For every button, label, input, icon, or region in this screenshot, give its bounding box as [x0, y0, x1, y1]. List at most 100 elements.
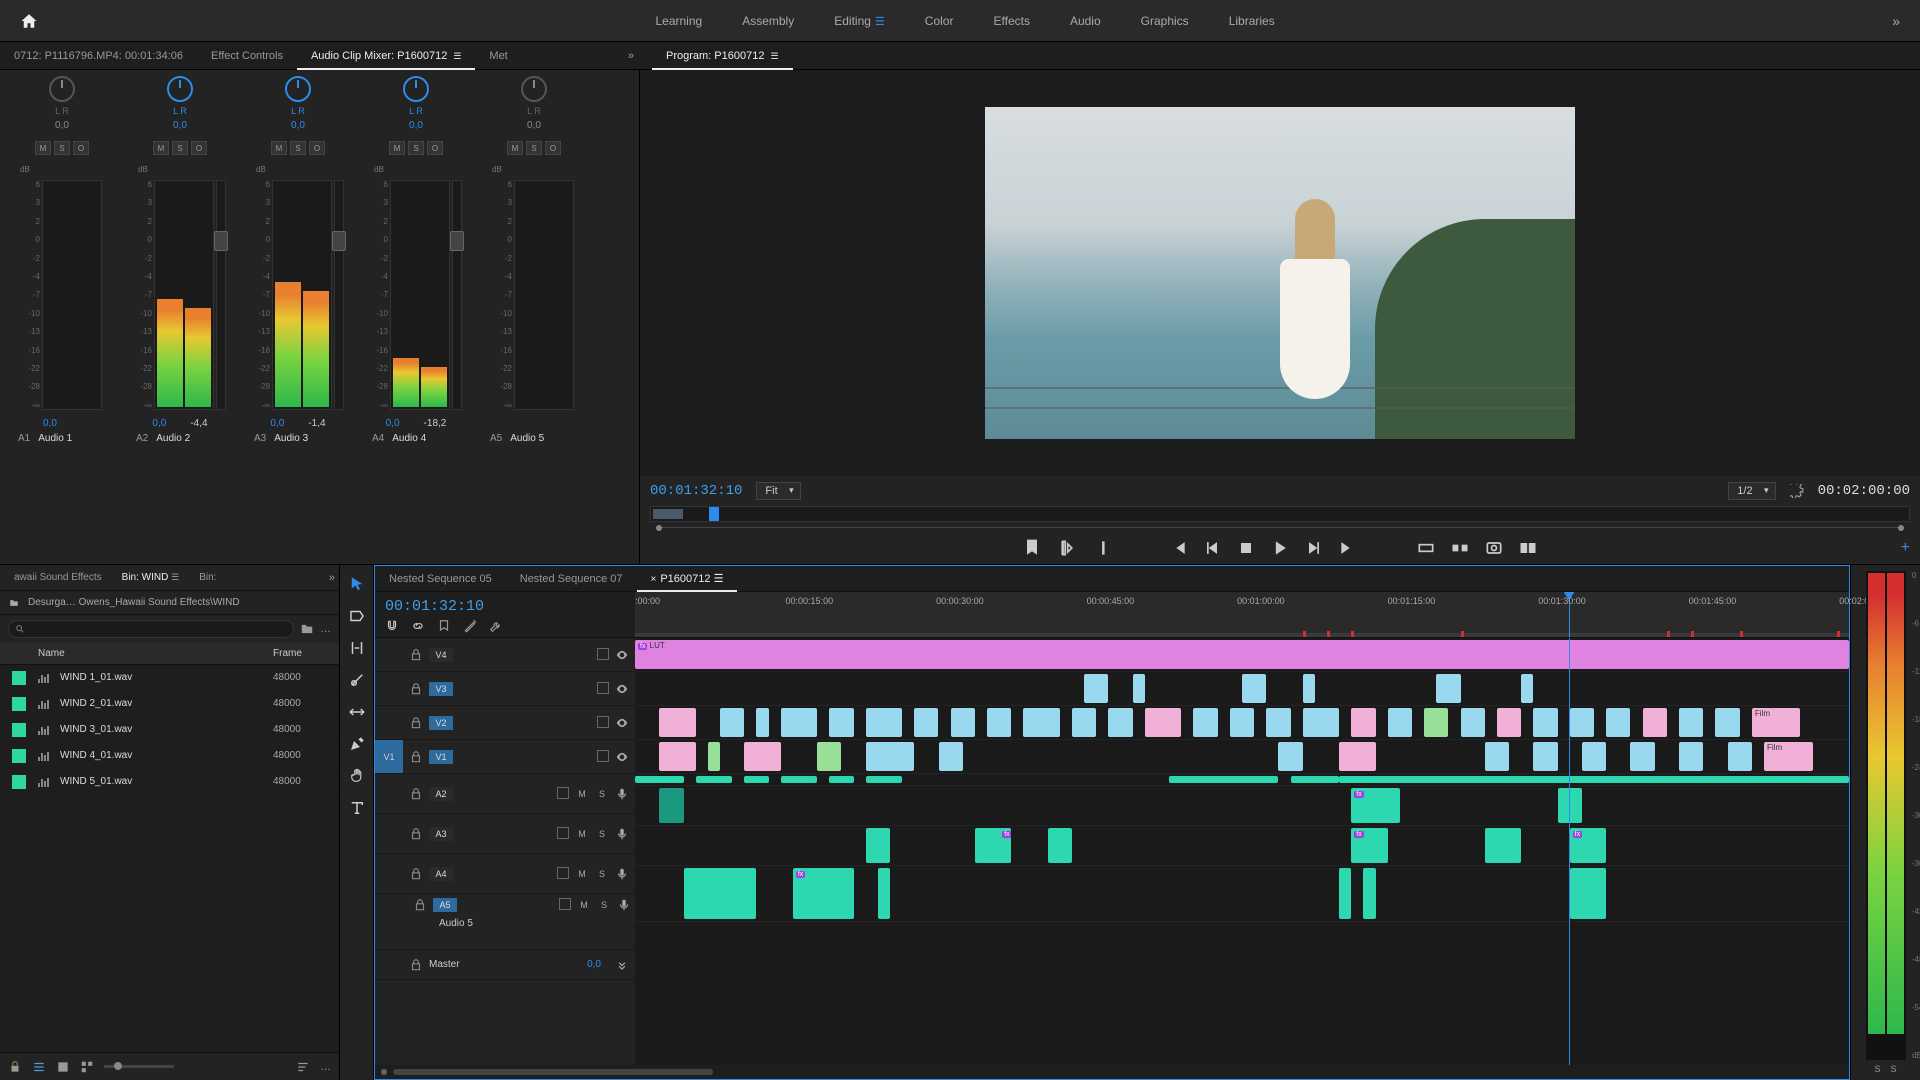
- timeline-clip[interactable]: [781, 776, 817, 783]
- mini-timeline[interactable]: [650, 506, 1910, 522]
- timeline-clip[interactable]: [1133, 674, 1145, 703]
- lock-icon[interactable]: [8, 1060, 22, 1074]
- timeline-clip[interactable]: [1485, 742, 1509, 771]
- track-lane[interactable]: [635, 774, 1849, 786]
- timeline-clip[interactable]: [1728, 742, 1752, 771]
- timeline-clip[interactable]: [720, 708, 744, 737]
- audio-track-header-a3[interactable]: A3MS: [375, 814, 635, 854]
- timeline-clip[interactable]: [866, 742, 915, 771]
- fx-toggle[interactable]: [557, 867, 569, 879]
- column-name[interactable]: Name: [38, 648, 273, 659]
- volume-fader[interactable]: [334, 180, 344, 410]
- timeline-clip[interactable]: fx: [793, 868, 854, 919]
- collapse-icon[interactable]: [615, 958, 629, 972]
- solo-button[interactable]: S: [595, 827, 609, 841]
- lock-icon[interactable]: [409, 867, 423, 881]
- lock-icon[interactable]: [409, 787, 423, 801]
- metadata-tab[interactable]: Met: [475, 42, 521, 70]
- add-marker-icon[interactable]: [437, 619, 451, 633]
- volume-fader[interactable]: [452, 180, 462, 410]
- workspace-learning[interactable]: Learning: [655, 14, 702, 28]
- workspace-color[interactable]: Color: [925, 14, 954, 28]
- track-lane[interactable]: fx fx fx: [635, 826, 1849, 866]
- source-clip-tab[interactable]: 0712: P1116796.MP4: 00:01:34:06: [0, 42, 197, 70]
- go-to-out-icon[interactable]: [1338, 538, 1358, 558]
- timeline-clip[interactable]: [1145, 708, 1181, 737]
- mute-button[interactable]: M: [575, 827, 589, 841]
- fx-toggle[interactable]: [597, 648, 609, 660]
- timeline-clip[interactable]: [1266, 708, 1290, 737]
- track-name-badge[interactable]: V1: [429, 750, 453, 764]
- timeline-clip[interactable]: [1048, 828, 1072, 863]
- timeline-clip[interactable]: [1230, 708, 1254, 737]
- solo-button[interactable]: S: [595, 787, 609, 801]
- icon-view-icon[interactable]: [56, 1060, 70, 1074]
- search-input[interactable]: [8, 620, 294, 638]
- fx-toggle[interactable]: [557, 787, 569, 799]
- comparison-icon[interactable]: [1518, 538, 1538, 558]
- hamburger-icon[interactable]: ☰: [171, 572, 179, 582]
- audio-mixer-tab[interactable]: Audio Clip Mixer: P1600712☰: [297, 42, 475, 70]
- timeline-clip[interactable]: [1242, 674, 1266, 703]
- project-item[interactable]: WIND 4_01.wav 48000: [0, 743, 339, 769]
- workspace-libraries[interactable]: Libraries: [1229, 14, 1275, 28]
- timeline-clip[interactable]: [987, 708, 1011, 737]
- timeline-clip[interactable]: [1715, 708, 1739, 737]
- project-item[interactable]: WIND 1_01.wav 48000: [0, 665, 339, 691]
- track-name-badge[interactable]: V2: [429, 716, 453, 730]
- timeline-clip[interactable]: [659, 788, 683, 823]
- eye-icon[interactable]: [615, 716, 629, 730]
- eye-icon[interactable]: [615, 750, 629, 764]
- project-item[interactable]: WIND 3_01.wav 48000: [0, 717, 339, 743]
- track-label[interactable]: A3Audio 3: [240, 433, 356, 444]
- timeline-clip[interactable]: [1436, 674, 1460, 703]
- m-button[interactable]: M: [153, 141, 169, 155]
- timeline-clip[interactable]: [1485, 828, 1521, 863]
- solo-button[interactable]: S: [597, 898, 611, 912]
- video-track-header-v1[interactable]: V1 V1: [375, 740, 635, 774]
- export-frame-icon[interactable]: [1484, 538, 1504, 558]
- freeform-view-icon[interactable]: [80, 1060, 94, 1074]
- m-button[interactable]: M: [389, 141, 405, 155]
- timeline-clip[interactable]: [1363, 868, 1375, 919]
- pan-knob[interactable]: [167, 76, 193, 102]
- timeline-clip[interactable]: [1072, 708, 1096, 737]
- timeline-clip[interactable]: fx LUT: [635, 640, 1849, 669]
- step-back-icon[interactable]: [1202, 538, 1222, 558]
- timeline-settings-icon[interactable]: [463, 619, 477, 633]
- snap-icon[interactable]: [385, 619, 399, 633]
- timeline-clip[interactable]: [1169, 776, 1278, 783]
- timeline-clip[interactable]: [1424, 708, 1448, 737]
- o-button[interactable]: O: [545, 141, 561, 155]
- fx-toggle[interactable]: [597, 716, 609, 728]
- track-lane[interactable]: [635, 672, 1849, 706]
- timeline-clip[interactable]: [635, 776, 684, 783]
- o-button[interactable]: O: [309, 141, 325, 155]
- pan-knob[interactable]: [49, 76, 75, 102]
- program-canvas[interactable]: [640, 70, 1920, 476]
- timeline-clip[interactable]: [866, 708, 902, 737]
- track-label[interactable]: A5Audio 5: [476, 433, 592, 444]
- track-label[interactable]: A1Audio 1: [4, 433, 120, 444]
- o-button[interactable]: O: [191, 141, 207, 155]
- project-tab-bin[interactable]: Bin: WIND ☰: [112, 572, 190, 583]
- track-name-badge[interactable]: V4: [429, 648, 453, 662]
- project-tab-1[interactable]: awaii Sound Effects: [4, 572, 112, 583]
- track-name-badge[interactable]: A4: [429, 867, 453, 881]
- timeline-clip[interactable]: [1606, 708, 1630, 737]
- overflow-icon[interactable]: »: [1892, 13, 1900, 29]
- solo-right[interactable]: S: [1891, 1064, 1897, 1074]
- timeline-clip[interactable]: [1351, 708, 1375, 737]
- timeline-clip[interactable]: [1388, 708, 1412, 737]
- timeline-clip[interactable]: [1679, 742, 1703, 771]
- workspace-effects[interactable]: Effects: [993, 14, 1029, 28]
- timeline-clip[interactable]: fx: [1351, 788, 1400, 823]
- timeline-clip[interactable]: [659, 708, 695, 737]
- m-button[interactable]: M: [507, 141, 523, 155]
- timeline-clip[interactable]: [1339, 742, 1375, 771]
- ripple-edit-tool-icon[interactable]: [348, 639, 366, 657]
- zoom-fit-select[interactable]: Fit: [756, 482, 800, 500]
- timeline-clip[interactable]: [659, 742, 695, 771]
- list-view-icon[interactable]: [32, 1060, 46, 1074]
- pan-knob[interactable]: [521, 76, 547, 102]
